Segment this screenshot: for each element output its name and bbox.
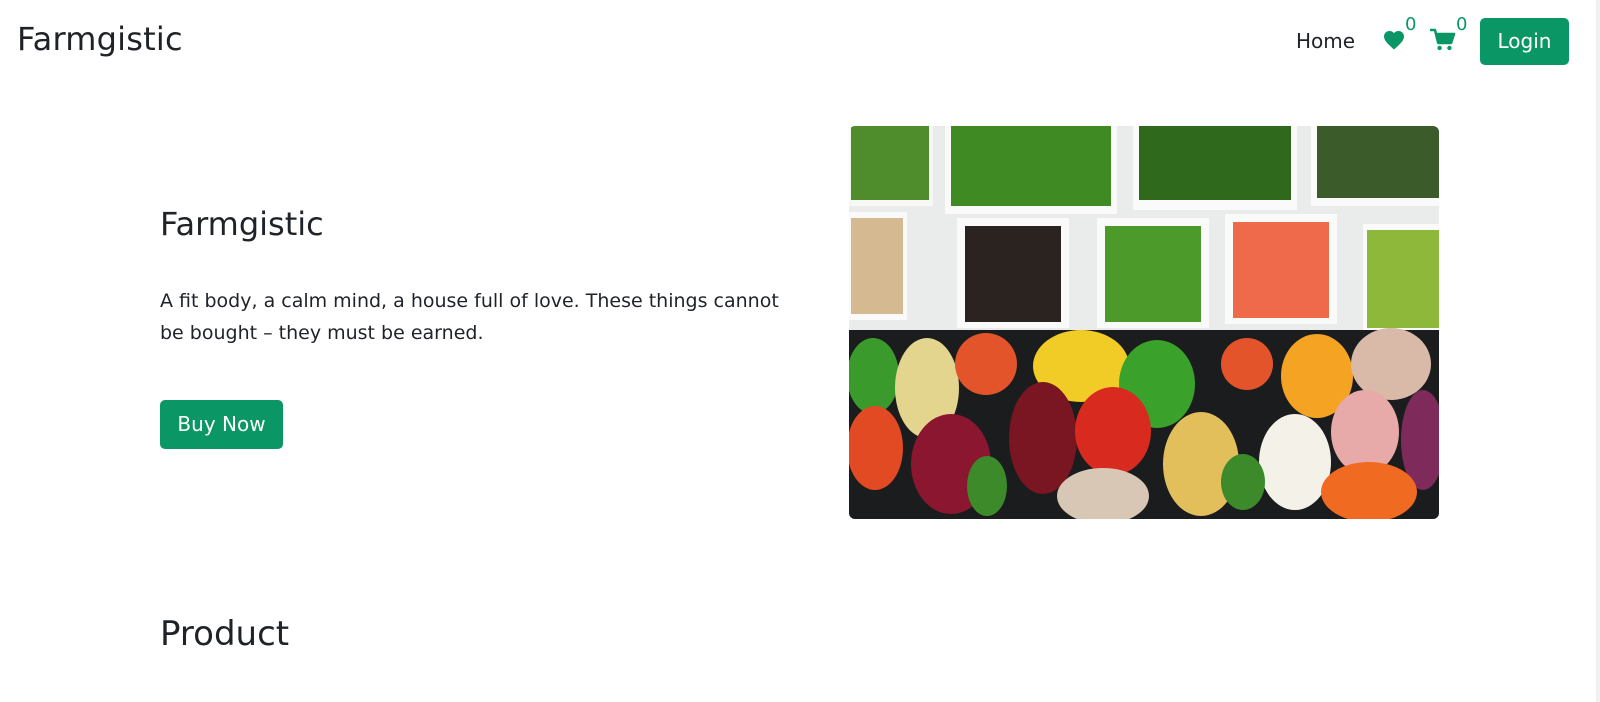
hero-title: Farmgistic — [160, 205, 324, 243]
wishlist-count-badge: 0 — [1405, 14, 1417, 35]
login-button[interactable]: Login — [1480, 18, 1569, 65]
page-scrollbar[interactable] — [1596, 0, 1600, 702]
brand-logo[interactable]: Farmgistic — [17, 20, 183, 58]
cart-icon — [1430, 28, 1458, 52]
nav-link-home[interactable]: Home — [1296, 29, 1355, 53]
product-section-title: Product — [160, 614, 290, 654]
navbar: Farmgistic Home 0 0 Login — [0, 0, 1600, 84]
hero-description: A fit body, a calm mind, a house full of… — [160, 290, 779, 344]
hero-vegetables-image — [849, 126, 1439, 519]
cart-button[interactable] — [1430, 28, 1458, 56]
cart-count-badge: 0 — [1456, 14, 1468, 35]
buy-now-button[interactable]: Buy Now — [160, 400, 283, 449]
